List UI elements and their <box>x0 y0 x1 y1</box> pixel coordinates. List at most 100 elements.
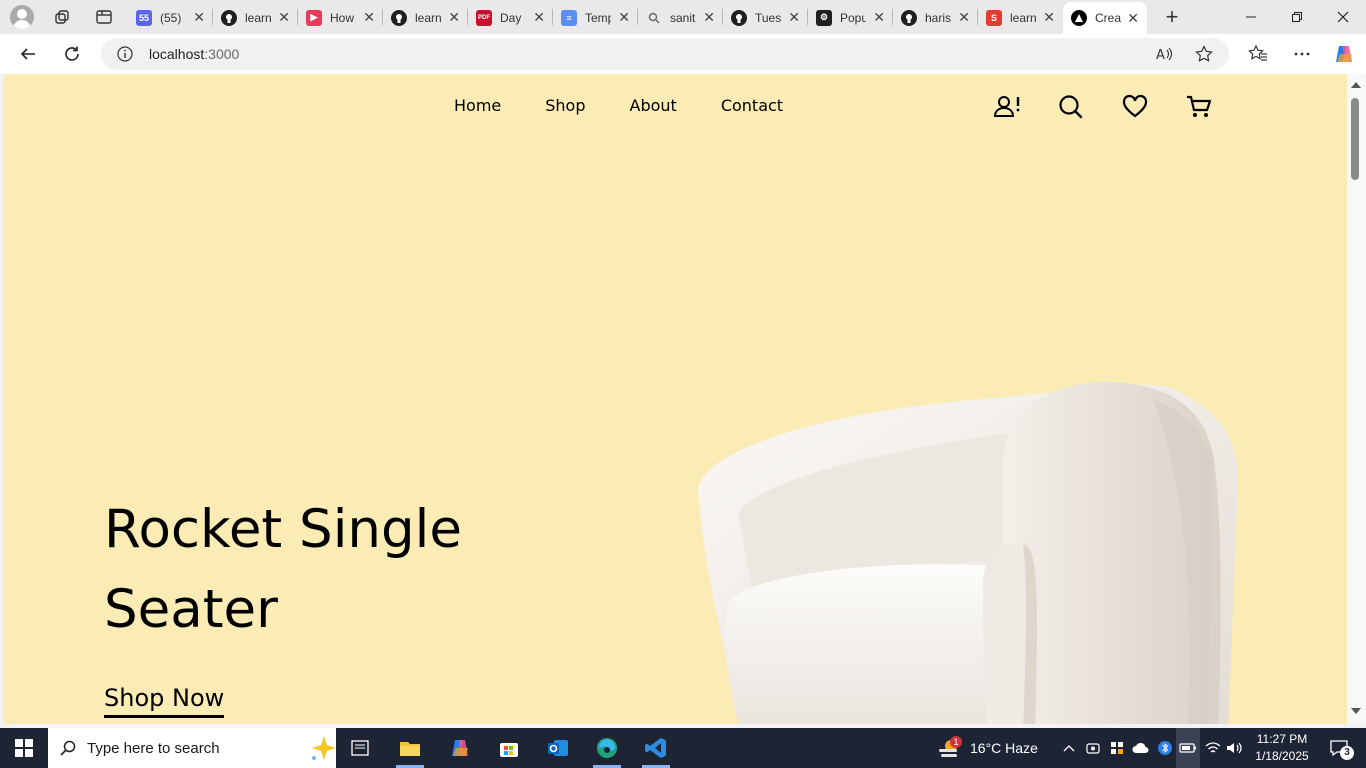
tab-close-icon[interactable]: ✕ <box>788 10 800 24</box>
tab-close-icon[interactable]: ✕ <box>958 10 970 24</box>
address-bar[interactable]: localhost:3000 A <box>101 38 1229 70</box>
site-info-icon[interactable] <box>117 46 133 67</box>
tab-title: Tues <box>755 10 781 25</box>
tab-close-icon[interactable]: ✕ <box>703 10 715 24</box>
read-aloud-icon[interactable]: A <box>1155 45 1173 68</box>
tab-title: Temp <box>585 10 611 25</box>
browser-tab[interactable]: 55 (55) ✕ <box>128 4 213 31</box>
tab-close-icon[interactable]: ✕ <box>193 10 205 24</box>
browser-toolbar: localhost:3000 A <box>0 34 1366 74</box>
tab-active[interactable]: Crea ✕ <box>1063 2 1147 34</box>
docs-favicon-icon: ≡ <box>561 9 577 26</box>
youtube-favicon-icon: ▶ <box>306 9 322 26</box>
browser-tab[interactable]: Slearn ✕ <box>978 4 1063 31</box>
copilot-taskbar-icon[interactable] <box>436 728 484 768</box>
scroll-up-arrow-icon[interactable] <box>1351 82 1361 88</box>
weather-badge: 1 <box>950 736 962 748</box>
armchair-image <box>698 382 1238 724</box>
tab-title: (55) <box>160 10 182 25</box>
back-button[interactable] <box>14 40 42 68</box>
browser-tab[interactable]: learn ✕ <box>213 4 298 31</box>
search-icon[interactable] <box>1058 94 1084 125</box>
url-text[interactable]: localhost:3000 <box>149 46 239 62</box>
vscode-icon[interactable] <box>632 728 680 768</box>
network-icon[interactable] <box>1202 728 1224 768</box>
tab-close-icon[interactable]: ✕ <box>363 10 375 24</box>
tab-title: learn <box>245 10 271 25</box>
tab-close-icon[interactable]: ✕ <box>618 10 630 24</box>
close-window-button[interactable] <box>1320 0 1366 34</box>
browser-tab[interactable]: ⚙ Popu ✕ <box>808 4 893 31</box>
s-favicon-icon: S <box>986 9 1002 26</box>
tab-close-icon[interactable]: ✕ <box>1127 11 1139 25</box>
search-highlights-icon <box>312 736 336 760</box>
nav-about[interactable]: About <box>630 96 677 115</box>
start-button[interactable] <box>0 728 48 768</box>
system-clock[interactable]: 11:27 PM 1/18/2025 <box>1242 731 1322 765</box>
workspaces-icon[interactable] <box>50 5 74 29</box>
favorites-icon[interactable] <box>1244 40 1272 68</box>
nav-home[interactable]: Home <box>454 96 501 115</box>
tab-close-icon[interactable]: ✕ <box>278 10 290 24</box>
wishlist-heart-icon[interactable] <box>1122 94 1148 125</box>
favorite-star-icon[interactable] <box>1195 45 1213 68</box>
page-scrollbar[interactable] <box>1347 74 1366 724</box>
tab-title: How <box>330 10 355 25</box>
tab-title: learn <box>415 10 441 25</box>
onedrive-cloud-icon[interactable] <box>1130 728 1152 768</box>
tab-actions-icon[interactable] <box>92 5 116 29</box>
scroll-down-arrow-icon[interactable] <box>1351 708 1361 714</box>
tab-title: sanit <box>670 10 696 25</box>
browser-tab[interactable]: Tues ✕ <box>723 4 808 31</box>
github-favicon-icon <box>901 9 917 26</box>
url-port: :3000 <box>204 46 240 62</box>
weather-text[interactable]: 16°C Haze <box>970 740 1038 756</box>
refresh-button[interactable] <box>58 40 86 68</box>
tab-close-icon[interactable]: ✕ <box>1043 10 1055 24</box>
tab-close-icon[interactable]: ✕ <box>448 10 460 24</box>
file-explorer-icon[interactable] <box>386 728 434 768</box>
browser-tab[interactable]: learn ✕ <box>383 4 468 31</box>
more-options-icon[interactable] <box>1288 40 1316 68</box>
clock-date: 1/18/2025 <box>1255 749 1309 763</box>
new-tab-button[interactable]: + <box>1160 4 1184 29</box>
taskbar-search-box[interactable]: Type here to search <box>48 728 336 768</box>
tab-close-icon[interactable]: ✕ <box>533 10 545 24</box>
show-hidden-icons-chevron-icon[interactable] <box>1058 728 1080 768</box>
browser-tab[interactable]: PDF Day ✕ <box>468 4 553 31</box>
shop-now-link[interactable]: Shop Now <box>104 684 225 718</box>
microsoft-store-icon[interactable] <box>485 728 533 768</box>
account-alert-icon[interactable] <box>993 94 1023 125</box>
url-host: localhost <box>149 46 205 62</box>
tab-close-icon[interactable]: ✕ <box>873 10 885 24</box>
clock-time: 11:27 PM <box>1256 732 1308 746</box>
browser-tab[interactable]: sanit ✕ <box>638 4 723 31</box>
scrollbar-thumb[interactable] <box>1351 98 1359 180</box>
task-view-icon[interactable] <box>336 728 384 768</box>
cart-icon[interactable] <box>1185 94 1213 125</box>
notification-center-icon[interactable]: 3 <box>1322 728 1356 768</box>
battery-icon[interactable] <box>1176 728 1200 768</box>
outlook-icon[interactable] <box>534 728 582 768</box>
restore-button[interactable] <box>1274 0 1320 34</box>
profile-avatar-icon[interactable] <box>10 5 34 29</box>
tab-title: Popu <box>840 10 866 25</box>
meet-now-icon[interactable] <box>1082 728 1104 768</box>
tab-title: haris <box>925 10 951 25</box>
weather-icon[interactable]: 1 <box>934 728 964 768</box>
browser-tab[interactable]: ▶ How ✕ <box>298 4 383 31</box>
bluetooth-icon[interactable] <box>1154 728 1176 768</box>
browser-tab-strip: 55(55)✕learn✕▶How✕learn✕PDFDay✕≡Temp✕san… <box>0 0 1366 34</box>
browser-tab[interactable]: ≡ Temp ✕ <box>553 4 638 31</box>
browser-tab[interactable]: haris ✕ <box>893 4 978 31</box>
defender-icon[interactable] <box>1106 728 1128 768</box>
tab-title: learn <box>1010 10 1036 25</box>
windows-taskbar: Type here to search 1 16°C Haze 11:27 PM… <box>0 728 1366 768</box>
edge-browser-icon[interactable] <box>583 728 631 768</box>
taskbar-search-placeholder: Type here to search <box>87 739 220 757</box>
minimize-button[interactable] <box>1228 0 1274 34</box>
tab-title: Day <box>500 10 522 25</box>
nav-shop[interactable]: Shop <box>545 96 585 115</box>
nav-contact[interactable]: Contact <box>721 96 783 115</box>
copilot-icon[interactable] <box>1330 40 1358 68</box>
